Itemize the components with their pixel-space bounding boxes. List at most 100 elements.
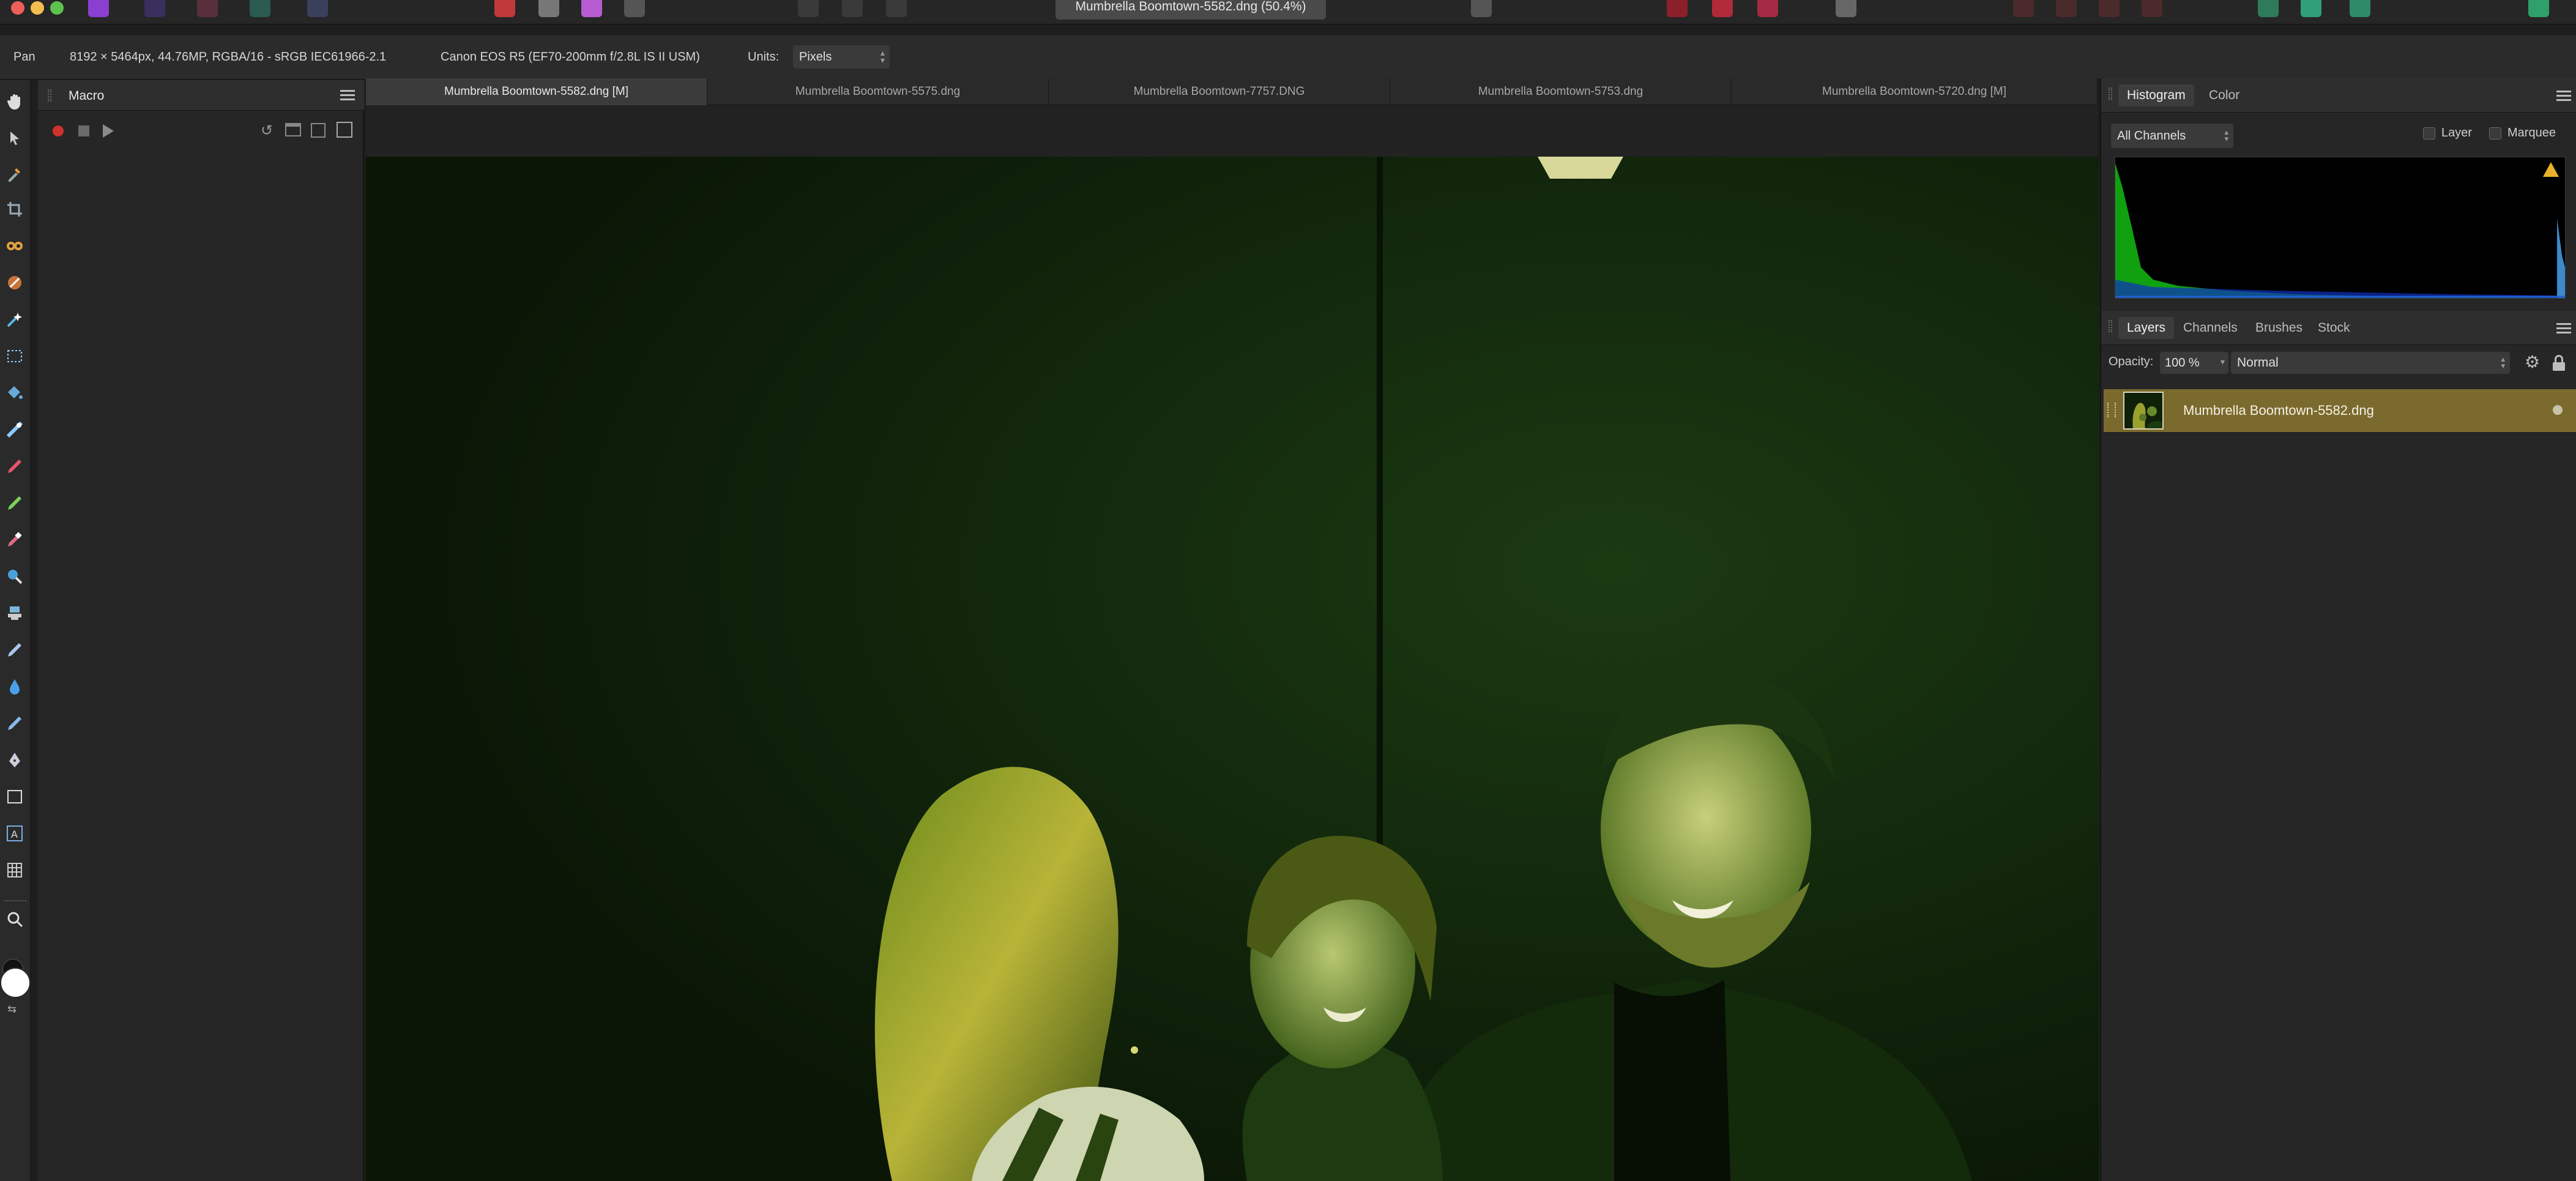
document-title[interactable]: Mumbrella Boomtown-5582.dng (50.4%) — [1055, 0, 1326, 20]
selection-icon[interactable] — [798, 0, 819, 17]
clone-brush-icon[interactable] — [6, 604, 24, 622]
red-eye-tool-icon[interactable] — [6, 237, 24, 255]
gradient-tool-icon[interactable] — [6, 420, 24, 439]
pen-tool-icon[interactable] — [6, 751, 24, 769]
arrange-front-icon[interactable] — [2142, 0, 2162, 17]
color-balance-icon[interactable] — [581, 0, 602, 17]
lock-icon[interactable] — [2553, 355, 2565, 372]
paint-brush-icon[interactable] — [6, 457, 24, 475]
text-tool-icon[interactable]: A — [6, 824, 24, 843]
account-icon[interactable] — [2528, 0, 2549, 17]
tone-mapping-persona-icon[interactable] — [250, 0, 270, 17]
layer-name[interactable]: Mumbrella Boomtown-5582.dng — [2183, 403, 2374, 419]
tab-histogram[interactable]: Histogram — [2118, 84, 2194, 106]
tab-channels[interactable]: Channels — [2183, 321, 2238, 335]
tools-panel: A ⇆ — [0, 80, 31, 1181]
layer-checkbox[interactable] — [2423, 127, 2435, 140]
blend-mode-select[interactable]: Normal ▴ ▾ — [2231, 352, 2510, 374]
rectangle-tool-icon[interactable] — [6, 788, 24, 806]
document-tab[interactable]: Mumbrella Boomtown-5753.dng — [1390, 78, 1732, 105]
marquee-checkbox[interactable] — [2489, 127, 2501, 140]
export-macro-icon[interactable] — [337, 122, 352, 138]
panel-menu-icon[interactable] — [2556, 323, 2571, 334]
document-tab[interactable]: Mumbrella Boomtown-5575.dng — [707, 78, 1049, 105]
canvas-margin — [366, 105, 2098, 157]
add-layer-icon[interactable] — [2258, 0, 2279, 17]
assistant-icon[interactable] — [1836, 0, 1856, 17]
maximize-window-button[interactable] — [50, 1, 64, 15]
channel-select-value: All Channels — [2117, 129, 2186, 143]
gear-icon[interactable]: ⚙ — [2525, 352, 2540, 372]
mesh-warp-icon[interactable] — [6, 861, 24, 879]
chevron-down-icon: ▾ — [2220, 357, 2225, 367]
develop-persona-icon[interactable] — [197, 0, 218, 17]
close-window-button[interactable] — [11, 1, 24, 15]
healing-brush-icon[interactable] — [6, 641, 24, 659]
quick-mask-icon[interactable] — [1471, 0, 1492, 17]
flood-fill-icon[interactable] — [6, 384, 24, 402]
opacity-field[interactable]: 100 % ▾ — [2160, 352, 2228, 374]
auto-contrast-icon[interactable] — [538, 0, 559, 17]
export-persona-icon[interactable] — [307, 0, 328, 17]
play-macro-button[interactable] — [103, 124, 114, 138]
tab-color[interactable]: Color — [2209, 88, 2239, 103]
color-picker-icon[interactable] — [6, 165, 24, 183]
panel-menu-icon[interactable] — [340, 90, 355, 101]
arrange-forward-icon[interactable] — [2056, 0, 2077, 17]
liquify-persona-icon[interactable] — [144, 0, 165, 17]
panel-menu-icon[interactable] — [2556, 91, 2571, 102]
channel-select[interactable]: All Channels ▴ ▾ — [2111, 124, 2233, 148]
document-tab[interactable]: Mumbrella Boomtown-7757.DNG — [1049, 78, 1390, 105]
drag-handle-icon[interactable] — [2107, 403, 2116, 417]
invert-selection-icon[interactable] — [886, 0, 907, 17]
photo-persona-icon[interactable] — [88, 0, 109, 17]
document-tab[interactable]: Mumbrella Boomtown-5582.dng [M] — [366, 78, 707, 105]
record-macro-button[interactable] — [53, 125, 64, 136]
color-replacement-icon[interactable] — [6, 494, 24, 512]
move-tool-icon[interactable] — [6, 129, 24, 147]
deselect-icon[interactable] — [842, 0, 863, 17]
units-select[interactable]: Pixels ▴ ▾ — [793, 45, 890, 69]
align-icon[interactable] — [1667, 0, 1688, 17]
panel-grip-icon[interactable] — [2109, 88, 2112, 100]
flood-select-icon[interactable] — [6, 310, 24, 329]
levels-icon[interactable] — [494, 0, 515, 17]
macro-panel-title[interactable]: Macro — [69, 89, 104, 103]
layer-visibility-toggle[interactable] — [2553, 405, 2563, 415]
group-layer-icon[interactable] — [2301, 0, 2321, 17]
panel-grip-icon[interactable] — [48, 89, 51, 102]
zoom-tool-icon[interactable] — [6, 910, 24, 928]
document-canvas[interactable] — [366, 157, 2099, 1181]
arrange-back-icon[interactable] — [2099, 0, 2120, 17]
warning-icon[interactable] — [2543, 162, 2559, 177]
primary-color-swatch[interactable] — [0, 967, 31, 998]
save-macro-icon[interactable] — [311, 123, 326, 138]
selection-brush-icon[interactable] — [6, 274, 24, 292]
histogram-display — [2115, 157, 2566, 299]
tab-brushes[interactable]: Brushes — [2255, 321, 2302, 335]
swap-colors-icon[interactable]: ⇆ — [7, 1003, 17, 1016]
marquee-tool-icon[interactable] — [6, 347, 24, 365]
camera-info: Canon EOS R5 (EF70-200mm f/2.8L IS II US… — [441, 50, 700, 64]
mask-layer-icon[interactable] — [2350, 0, 2370, 17]
erase-brush-icon[interactable] — [6, 531, 24, 549]
histogram-panel-tabs: Histogram Color — [2101, 78, 2576, 113]
minimize-window-button[interactable] — [31, 1, 44, 15]
layer-row[interactable]: Mumbrella Boomtown-5582.dng — [2104, 389, 2576, 432]
document-tab[interactable]: Mumbrella Boomtown-5720.dng [M] — [1732, 78, 2098, 105]
hand-tool-icon[interactable] — [6, 92, 24, 111]
library-icon[interactable] — [285, 123, 301, 136]
smudge-brush-icon[interactable] — [6, 714, 24, 732]
panel-grip-icon[interactable] — [2109, 320, 2112, 332]
blur-brush-icon[interactable] — [6, 677, 24, 696]
undo-macro-icon[interactable]: ↺ — [261, 122, 273, 140]
snapping-icon[interactable] — [1757, 0, 1778, 17]
white-balance-icon[interactable] — [624, 0, 645, 17]
crop-tool-icon[interactable] — [6, 200, 24, 218]
stop-macro-button[interactable] — [78, 125, 89, 136]
transform-icon[interactable] — [1712, 0, 1733, 17]
tab-stock[interactable]: Stock — [2318, 321, 2350, 335]
arrange-icon[interactable] — [2013, 0, 2034, 17]
dodge-tool-icon[interactable] — [6, 567, 24, 586]
tab-layers[interactable]: Layers — [2118, 317, 2175, 339]
